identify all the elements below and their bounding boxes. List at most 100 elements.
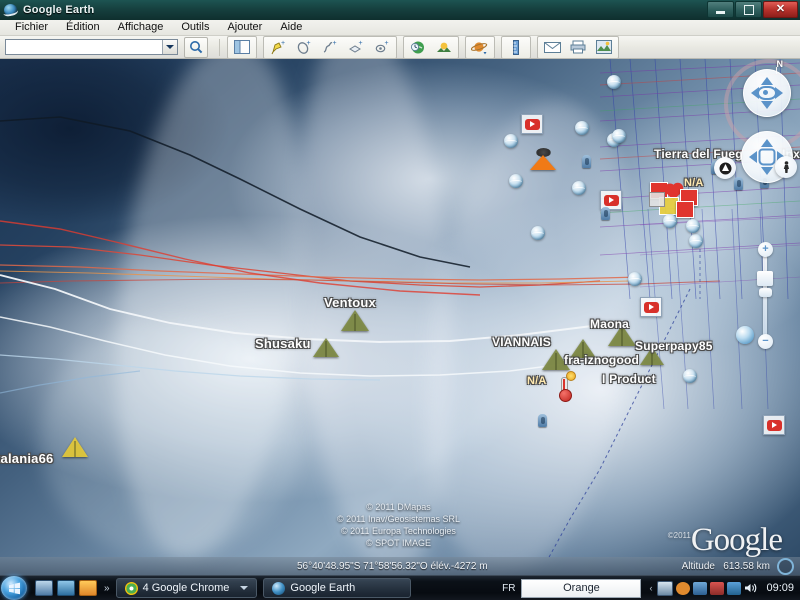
volcano-placemark[interactable] (530, 148, 556, 170)
taskbar-clock[interactable]: 09:09 (766, 582, 794, 594)
chevron-down-icon[interactable] (240, 586, 249, 590)
email-button[interactable] (540, 37, 564, 58)
minimize-button[interactable] (707, 1, 734, 18)
cluster-marker[interactable] (676, 201, 694, 218)
volume-icon[interactable] (744, 582, 758, 595)
add-path-button[interactable]: + (318, 37, 342, 58)
map-label[interactable]: fra-iznogood (564, 353, 639, 367)
tray-expand-icon[interactable]: ‹ (649, 583, 652, 593)
look-joystick[interactable] (743, 69, 791, 117)
quick-launch-overflow[interactable]: » (104, 583, 110, 594)
clock-globe-icon (410, 41, 424, 53)
search-input[interactable] (6, 39, 162, 55)
photo-placemark[interactable] (663, 214, 677, 228)
map-label[interactable]: Ventoux (324, 295, 376, 310)
map-label-na[interactable]: N/A (527, 375, 547, 387)
display-icon[interactable] (693, 581, 708, 595)
photo-placemark[interactable] (504, 134, 518, 148)
sunlight-button[interactable] (432, 37, 456, 58)
watermark-mark: ©2011 (667, 531, 691, 540)
photo-placemark[interactable] (575, 121, 589, 135)
menu-item-edition[interactable]: Édition (57, 20, 109, 35)
taskbar-item-google-earth[interactable]: Google Earth (263, 578, 412, 598)
youtube-placemark[interactable] (640, 297, 662, 317)
zoom-slider[interactable]: + − (758, 242, 773, 349)
youtube-placemark[interactable] (521, 114, 543, 134)
map-label[interactable]: Maona (590, 317, 629, 331)
boat-mode-button[interactable] (714, 157, 736, 179)
photo-placemark[interactable] (686, 219, 700, 233)
photo-placemark[interactable] (572, 181, 586, 195)
language-indicator[interactable]: FR (502, 583, 515, 594)
map-label[interactable]: Shusaku (255, 336, 311, 351)
quick-launch: » (35, 580, 110, 596)
layer-thumbnail[interactable] (757, 271, 773, 286)
action-center-icon[interactable] (710, 581, 725, 595)
planet-group (465, 35, 495, 59)
ruler-button[interactable] (504, 37, 528, 58)
zoom-in-button[interactable]: + (758, 242, 773, 257)
campground-placemark[interactable] (341, 310, 369, 331)
map-label[interactable]: talania66 (0, 451, 53, 466)
youtube-placemark[interactable] (763, 415, 785, 435)
streaming-status-icon (777, 557, 794, 575)
info-placemark[interactable] (601, 207, 610, 220)
cluster-marker[interactable] (649, 192, 665, 207)
photo-placemark[interactable] (628, 272, 642, 286)
ruler-group (501, 35, 531, 59)
orange-widget[interactable]: Orange (521, 578, 642, 598)
menu-item-outils[interactable]: Outils (172, 20, 218, 35)
status-bar: 56°40'48.95"S 71°58'56.32"O élév.-4272 m… (0, 557, 800, 575)
svg-text:+: + (359, 40, 363, 47)
map-viewport[interactable]: Ventoux Shusaku VIANNAIS Maona Superpapy… (0, 59, 800, 575)
flip-3d-icon[interactable] (57, 580, 75, 596)
globe-layer-icon[interactable] (736, 326, 754, 344)
media-player-icon[interactable] (79, 580, 97, 596)
photo-placemark[interactable] (612, 129, 626, 143)
close-button[interactable]: ✕ (763, 1, 798, 18)
add-imageoverlay-button[interactable]: + (344, 37, 368, 58)
start-button[interactable] (1, 576, 27, 600)
toolbar-separator (219, 38, 220, 56)
taskbar-item-chrome[interactable]: 4 Google Chrome (115, 578, 258, 598)
save-image-button[interactable] (592, 37, 616, 58)
menu-item-affichage[interactable]: Affichage (109, 20, 173, 35)
map-label[interactable]: VIANNAIS (492, 335, 551, 349)
zoom-slider-handle[interactable] (759, 288, 772, 297)
campground-placemark[interactable] (62, 437, 88, 457)
map-label[interactable]: Superpapy85 (635, 339, 713, 353)
orange-tray-icon[interactable] (676, 581, 691, 595)
photo-placemark[interactable] (531, 226, 545, 240)
planet-switch-button[interactable] (468, 37, 492, 58)
historical-imagery-button[interactable] (406, 37, 430, 58)
menu-item-fichier[interactable]: Fichier (6, 20, 57, 35)
weather-thermometer-icon[interactable] (558, 371, 576, 402)
menu-item-ajouter[interactable]: Ajouter (218, 20, 271, 35)
add-polygon-button[interactable]: + (292, 37, 316, 58)
search-button[interactable] (184, 36, 208, 58)
map-label[interactable]: I Product (602, 372, 656, 386)
sidebar-toggle-group (227, 35, 257, 59)
print-button[interactable] (566, 37, 590, 58)
street-view-pegman[interactable] (775, 156, 797, 178)
network-monitor-icon[interactable] (657, 580, 674, 596)
chevron-down-icon[interactable] (162, 40, 177, 54)
map-label-na[interactable]: N/A (684, 177, 704, 189)
eye-icon (757, 86, 777, 100)
photo-placemark[interactable] (607, 75, 621, 89)
campground-placemark[interactable] (313, 338, 339, 357)
photo-placemark[interactable] (509, 174, 523, 188)
add-placemark-button[interactable]: + (266, 37, 290, 58)
photo-placemark[interactable] (683, 369, 697, 383)
zoom-out-button[interactable]: − (758, 334, 773, 349)
photo-placemark[interactable] (689, 234, 703, 248)
menu-item-aide[interactable]: Aide (271, 20, 311, 35)
record-tour-button[interactable]: + (370, 37, 394, 58)
network-icon[interactable] (727, 581, 742, 595)
restore-button[interactable] (735, 1, 762, 18)
info-placemark[interactable] (538, 414, 547, 427)
search-combobox[interactable] (5, 39, 178, 55)
show-desktop-icon[interactable] (35, 580, 53, 596)
toggle-sidebar-button[interactable] (230, 37, 254, 58)
info-placemark[interactable] (582, 155, 591, 168)
